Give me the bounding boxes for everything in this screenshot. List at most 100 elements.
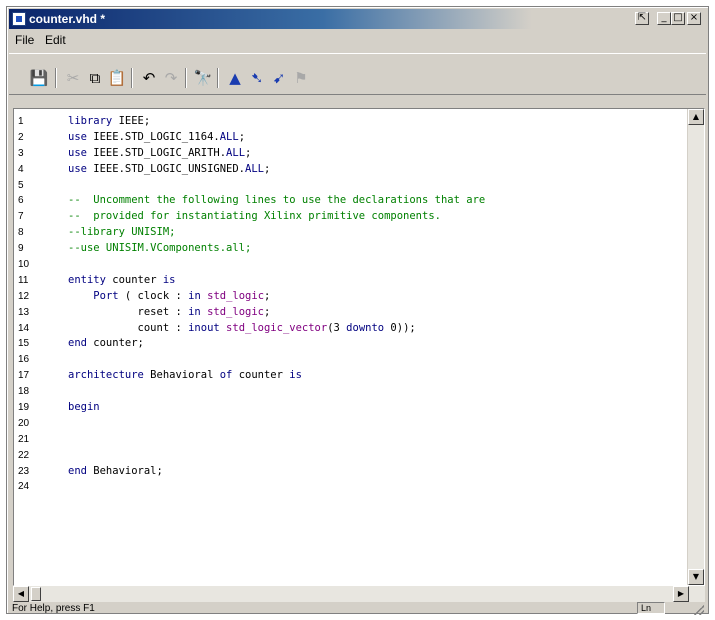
code-line[interactable]: 11 entity counter is xyxy=(14,273,688,289)
line-number: 12 xyxy=(18,290,30,302)
save-icon[interactable]: 💾 xyxy=(29,68,49,88)
line-number: 1 xyxy=(18,116,24,127)
line-number: 24 xyxy=(18,481,30,493)
line-number: 18 xyxy=(18,386,30,398)
line-number: 20 xyxy=(18,417,30,429)
code-line[interactable]: 19 begin xyxy=(14,400,688,416)
bookmark-next-icon[interactable]: ➷ xyxy=(247,68,267,88)
horizontal-scrollbar[interactable]: ◀ ▶ xyxy=(13,586,705,602)
code-line[interactable]: 17 architecture Behavioral of counter is xyxy=(14,368,688,384)
toolbar-separator xyxy=(55,68,57,88)
code-line[interactable]: 5 xyxy=(14,178,688,194)
code-line[interactable]: 18 xyxy=(14,384,688,400)
code-line[interactable]: 16 xyxy=(14,352,688,368)
line-text: count : inout std_logic_vector(3 downto … xyxy=(68,321,416,334)
code-editor[interactable]: 1 library IEEE; 2 use IEEE.STD_LOGIC_1164.A… xyxy=(13,108,705,586)
cut-icon[interactable]: ✂ xyxy=(63,68,83,88)
line-number: 13 xyxy=(18,306,30,318)
app-icon[interactable] xyxy=(12,12,26,26)
menu-edit[interactable]: Edit xyxy=(43,33,68,47)
line-number: 6 xyxy=(18,195,24,207)
undo-icon[interactable]: ↶ xyxy=(139,68,159,88)
line-number: 10 xyxy=(18,259,30,271)
horizontal-scroll-thumb[interactable] xyxy=(31,587,41,601)
toolbar-separator xyxy=(131,68,133,88)
line-text: entity counter is xyxy=(68,273,176,286)
status-help-text: For Help, press F1 xyxy=(12,603,95,614)
line-number: 22 xyxy=(18,449,30,461)
code-line[interactable]: 21 xyxy=(14,432,688,448)
line-text: -- provided for instantiating Xilinx pri… xyxy=(68,210,441,223)
toolbar: 💾 ✂ ⧉ 📋 ↶ ↷ 🔭 ▲ ➷ ➹ ⚑ xyxy=(9,53,706,95)
line-text: -- Uncomment the following lines to use … xyxy=(68,194,486,207)
scroll-right-button[interactable]: ▶ xyxy=(673,586,689,602)
line-text: architecture Behavioral of counter is xyxy=(68,369,302,382)
code-line[interactable]: 7 -- provided for instantiating Xilinx pr… xyxy=(14,209,688,225)
vertical-scrollbar[interactable]: ▲ ▼ xyxy=(687,109,704,585)
toolbar-separator xyxy=(217,68,219,88)
code-line[interactable]: 10 xyxy=(14,257,688,273)
code-line[interactable]: 24 xyxy=(14,479,688,495)
code-line[interactable]: 9 --use UNISIM.VComponents.all; xyxy=(14,241,688,257)
line-number: 23 xyxy=(18,465,30,477)
line-text: begin xyxy=(68,401,100,414)
find-icon[interactable]: 🔭 xyxy=(193,68,213,88)
line-number: 7 xyxy=(18,211,24,223)
bookmark-clear-icon[interactable]: ⚑ xyxy=(291,68,311,88)
paste-icon[interactable]: 📋 xyxy=(107,68,127,88)
code-line[interactable]: 4 use IEEE.STD_LOGIC_UNSIGNED.ALL; xyxy=(14,162,688,178)
code-line[interactable]: 20 xyxy=(14,416,688,432)
title-bar[interactable]: counter.vhd * ⇱ _ □ × xyxy=(9,9,706,29)
code-line[interactable]: 15 end counter; xyxy=(14,336,688,352)
restore-icon[interactable]: ⇱ xyxy=(635,12,649,25)
code-line[interactable]: 1 library IEEE; xyxy=(14,114,688,130)
bookmark-toggle-icon[interactable]: ▲ xyxy=(225,68,245,88)
code-line[interactable]: 3 use IEEE.STD_LOGIC_ARITH.ALL; xyxy=(14,146,688,162)
line-number: 14 xyxy=(18,322,30,334)
line-text: --use UNISIM.VComponents.all; xyxy=(68,242,252,255)
toolbar-separator xyxy=(185,68,187,88)
code-line[interactable]: 22 xyxy=(14,448,688,464)
line-text: use IEEE.STD_LOGIC_ARITH.ALL; xyxy=(68,146,252,159)
line-number: 4 xyxy=(18,163,24,175)
editor-window: counter.vhd * ⇱ _ □ × File Edit 💾 ✂ ⧉ 📋 … xyxy=(6,6,709,615)
status-bar: For Help, press F1 Ln xyxy=(9,602,706,615)
line-number: 15 xyxy=(18,338,30,350)
line-text: reset : in std_logic; xyxy=(68,305,271,318)
code-lines[interactable]: 1 library IEEE; 2 use IEEE.STD_LOGIC_1164.A… xyxy=(14,114,688,495)
line-number: 19 xyxy=(18,402,30,414)
maximize-button[interactable]: □ xyxy=(671,12,685,25)
window-title: counter.vhd * xyxy=(29,12,106,26)
line-number: 17 xyxy=(18,370,30,382)
scroll-up-button[interactable]: ▲ xyxy=(688,109,704,125)
line-text: Port ( clock : in std_logic; xyxy=(93,289,271,302)
redo-icon[interactable]: ↷ xyxy=(161,68,181,88)
line-number: 11 xyxy=(18,274,29,286)
line-number: 2 xyxy=(18,131,24,143)
bookmark-prev-icon[interactable]: ➹ xyxy=(269,68,289,88)
resize-grip-icon[interactable] xyxy=(694,605,704,615)
code-line[interactable]: 23 end Behavioral; xyxy=(14,464,688,480)
line-number: 8 xyxy=(18,227,24,239)
menu-file[interactable]: File xyxy=(13,33,36,47)
code-line[interactable]: 14 count : inout std_logic_vector(3 down… xyxy=(14,321,688,337)
scroll-down-button[interactable]: ▼ xyxy=(688,569,704,585)
line-text: --library UNISIM; xyxy=(68,226,176,239)
copy-icon[interactable]: ⧉ xyxy=(85,68,105,88)
line-number: 9 xyxy=(18,243,24,255)
line-text: end Behavioral; xyxy=(68,464,163,477)
code-line[interactable]: 8 --library UNISIM; xyxy=(14,225,688,241)
scroll-left-button[interactable]: ◀ xyxy=(13,586,29,602)
code-line[interactable]: 13 reset : in std_logic; xyxy=(14,305,688,321)
code-line[interactable]: 6 -- Uncomment the following lines to use… xyxy=(14,193,688,209)
code-line[interactable]: 12 Port ( clock : in std_logic; xyxy=(14,289,688,305)
menu-bar: File Edit xyxy=(9,31,706,49)
line-number: 3 xyxy=(18,147,24,159)
minimize-button[interactable]: _ xyxy=(657,12,671,25)
line-number: 21 xyxy=(18,433,30,445)
line-text: use IEEE.STD_LOGIC_1164.ALL; xyxy=(68,130,246,143)
line-text: library IEEE; xyxy=(68,115,151,127)
code-line[interactable]: 2 use IEEE.STD_LOGIC_1164.ALL; xyxy=(14,130,688,146)
status-line-pane: Ln xyxy=(637,602,665,614)
close-button[interactable]: × xyxy=(687,12,701,25)
